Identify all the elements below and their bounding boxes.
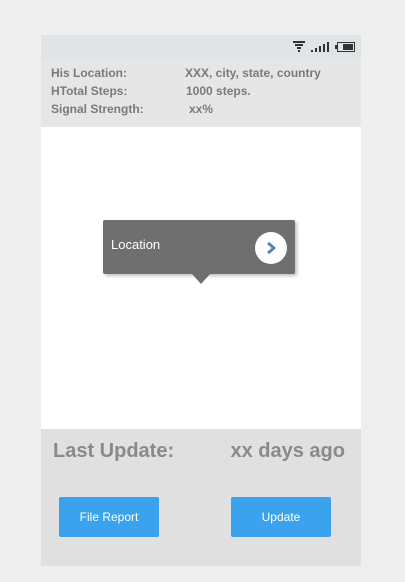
last-update-label: Last Update: [53,440,175,462]
steps-value: 1000 steps. [186,84,251,98]
location-value: XXX, city, state, country [185,66,321,80]
signal-value: xx% [189,102,214,116]
chevron-right-icon [267,242,276,254]
signal-label: Signal Strength: [51,102,144,116]
signal-icon [311,41,329,52]
file-report-button[interactable]: File Report [59,497,159,537]
status-bar [41,35,361,59]
info-panel: His Location: XXX, city, state, country … [41,59,361,127]
wifi-icon [293,41,305,52]
tooltip-pointer [192,274,210,284]
location-details-button[interactable] [255,232,287,264]
battery-icon [335,41,355,52]
phone-screen: His Location: XXX, city, state, country … [41,35,361,566]
map-area[interactable]: Location [41,127,361,429]
tooltip-label: Location [111,237,161,252]
update-button[interactable]: Update [231,497,331,537]
location-tooltip[interactable]: Location [103,220,295,284]
last-update-value: xx days ago [230,440,345,462]
location-label: His Location: [51,66,128,80]
bottom-panel: Last Update: xx days ago File Report Upd… [41,429,361,566]
steps-label: HTotal Steps: [51,84,128,98]
status-icons [293,41,355,52]
